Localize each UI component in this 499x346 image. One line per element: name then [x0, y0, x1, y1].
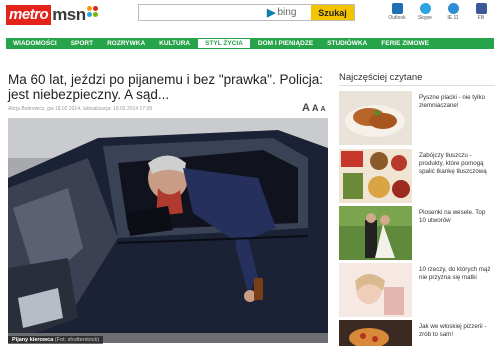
bing-logo-icon: ▶ [267, 7, 276, 19]
bing-label: bing [277, 7, 297, 18]
caption-credit: (Fot. shutterstock) [54, 337, 100, 343]
font-size-controls: AAA [300, 102, 326, 114]
search-input[interactable] [139, 5, 267, 20]
healthy-food-thumbnail[interactable] [339, 149, 412, 203]
nav-item-studiowka[interactable]: STUDIÓWKA [320, 38, 374, 49]
most-read-title-4[interactable]: 10 rzeczy, do których mąż nie przyzna si… [419, 266, 493, 282]
most-read-item[interactable]: 10 rzeczy, do których mąż nie przyzna si… [339, 263, 495, 317]
pizza-thumbnail[interactable] [339, 320, 412, 346]
quick-link-facebook[interactable]: FB [470, 3, 492, 21]
most-read-title-2[interactable]: Zabójczy tłuszczu - produkty, które pomo… [419, 152, 493, 176]
most-read-item[interactable]: Pyszne placki - nie tylko ziemniaczane! [339, 91, 495, 145]
quick-link-label: IE 11 [447, 15, 459, 21]
msn-butterfly-icon [86, 6, 99, 18]
nav-item-sport[interactable]: SPORT [64, 38, 100, 49]
font-medium-button[interactable]: A [312, 103, 319, 113]
caption-title: Pijany kierowca [12, 337, 54, 343]
nav-item-dom-i-pieniadze[interactable]: DOM I PIENIĄDZE [251, 38, 320, 49]
article-photo[interactable] [8, 118, 328, 343]
nav-item-styl-zycia[interactable]: STYL ŻYCIA [197, 38, 251, 49]
facebook-icon [475, 3, 487, 14]
wedding-thumbnail-image [339, 206, 412, 260]
skype-icon [419, 3, 431, 14]
woman-thumbnail-image [339, 263, 412, 317]
sidebar-divider [339, 85, 495, 86]
most-read-title-5[interactable]: Jak we włoskiej pizzerii - zrób to sam! [419, 323, 493, 339]
logo-metro: metro [6, 5, 52, 25]
metromsn-logo[interactable]: metro msn [6, 4, 116, 26]
most-read-item[interactable]: Zabójczy tłuszczu - produkty, które pomo… [339, 149, 495, 203]
photo-caption: Pijany kierowca (Fot. shutterstock) [8, 336, 104, 344]
food-thumbnail-image [339, 91, 412, 145]
wedding-thumbnail[interactable] [339, 206, 412, 260]
woman-thumbnail[interactable] [339, 263, 412, 317]
quick-link-outlook[interactable]: Outlook [386, 3, 408, 21]
drunk-driver-photo [8, 118, 328, 343]
article-headline: Ma 60 lat, jeździ po pijanemu i bez "pra… [8, 72, 323, 102]
most-read-title: Najczęściej czytane [339, 72, 423, 83]
site-header: metro msn ▶ bing Szukaj Outlook Skype IE… [0, 0, 499, 34]
food-thumbnail[interactable] [339, 91, 412, 145]
most-read-title-3[interactable]: Piosenki na wesele. Top 10 utworów [419, 209, 493, 225]
ie-icon [447, 3, 459, 14]
search-button[interactable]: Szukaj [311, 5, 354, 20]
quick-link-label: FB [477, 15, 485, 21]
quick-link-label: Outlook [388, 15, 406, 21]
nav-item-kultura[interactable]: KULTURA [152, 38, 197, 49]
nav-item-rozrywka[interactable]: ROZRYWKA [100, 38, 152, 49]
quick-link-skype[interactable]: Skype [414, 3, 436, 21]
search-bar: ▶ bing Szukaj [138, 4, 355, 21]
bing-brand: ▶ bing [267, 6, 296, 19]
main-nav: WIADOMOŚCI SPORT ROZRYWKA KULTURA STYL Ż… [6, 38, 494, 49]
outlook-icon [391, 3, 403, 14]
nav-item-wiadomosci[interactable]: WIADOMOŚCI [6, 38, 64, 49]
nav-item-ferie-zimowe[interactable]: FERIE ZIMOWE [374, 38, 436, 49]
font-increase-button[interactable]: A [302, 102, 310, 114]
quick-link-label: Skype [418, 15, 432, 21]
font-decrease-button[interactable]: A [320, 106, 325, 113]
pizza-thumbnail-image [339, 320, 412, 346]
article-meta: Alicja Bobrowicz, gw 18.02.2014, /aktual… [8, 106, 152, 112]
quick-link-ie[interactable]: IE 11 [442, 3, 464, 21]
most-read-title-1[interactable]: Pyszne placki - nie tylko ziemniaczane! [419, 94, 493, 110]
most-read-item[interactable]: Piosenki na wesele. Top 10 utworów [339, 206, 495, 260]
logo-msn: msn [52, 5, 86, 24]
most-read-item[interactable]: Jak we włoskiej pizzerii - zrób to sam! [339, 320, 495, 346]
healthy-food-thumbnail-image [339, 149, 412, 203]
